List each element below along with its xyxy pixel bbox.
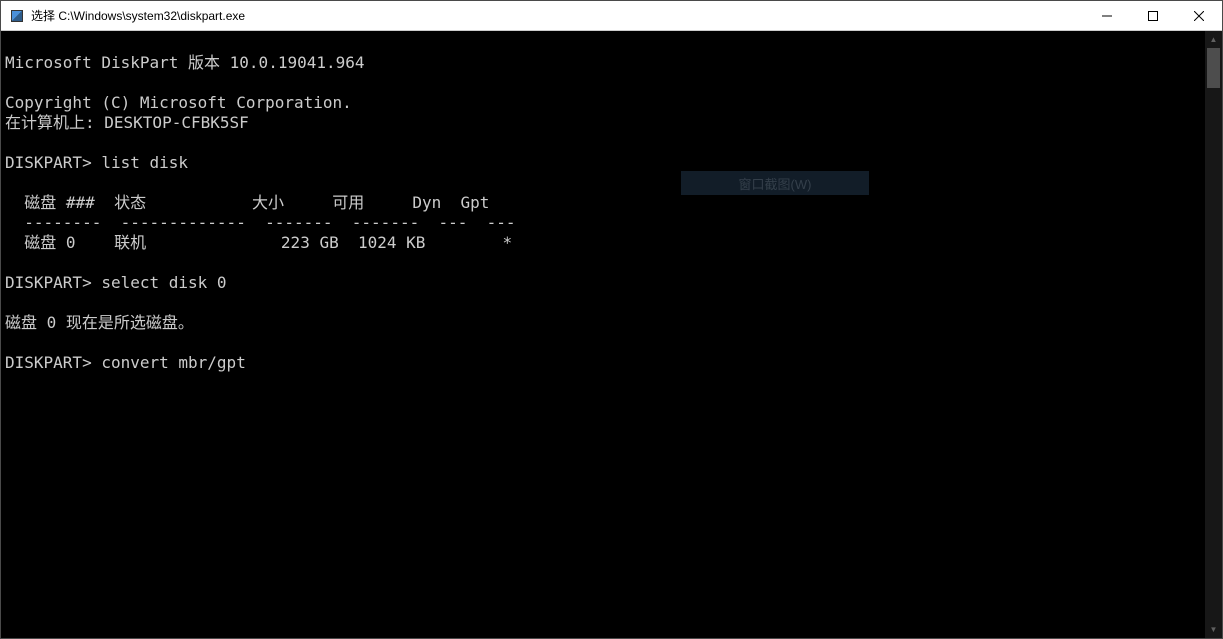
window-controls bbox=[1084, 1, 1222, 30]
window-frame: 选择 C:\Windows\system32\diskpart.exe Micr… bbox=[0, 0, 1223, 639]
snip-overlay-label: 窗口截图(W) bbox=[681, 171, 869, 195]
titlebar[interactable]: 选择 C:\Windows\system32\diskpart.exe bbox=[1, 1, 1222, 31]
window-title: 选择 C:\Windows\system32\diskpart.exe bbox=[31, 7, 1084, 24]
scrollbar-thumb[interactable] bbox=[1207, 48, 1220, 88]
scroll-down-arrow[interactable]: ▼ bbox=[1205, 621, 1222, 638]
app-icon bbox=[9, 8, 25, 24]
vertical-scrollbar[interactable]: ▲ ▼ bbox=[1205, 31, 1222, 638]
scroll-up-arrow[interactable]: ▲ bbox=[1205, 31, 1222, 48]
close-button[interactable] bbox=[1176, 1, 1222, 30]
maximize-button[interactable] bbox=[1130, 1, 1176, 30]
console-output[interactable]: Microsoft DiskPart 版本 10.0.19041.964 Cop… bbox=[1, 31, 1205, 638]
minimize-button[interactable] bbox=[1084, 1, 1130, 30]
console-area[interactable]: Microsoft DiskPart 版本 10.0.19041.964 Cop… bbox=[1, 31, 1222, 638]
